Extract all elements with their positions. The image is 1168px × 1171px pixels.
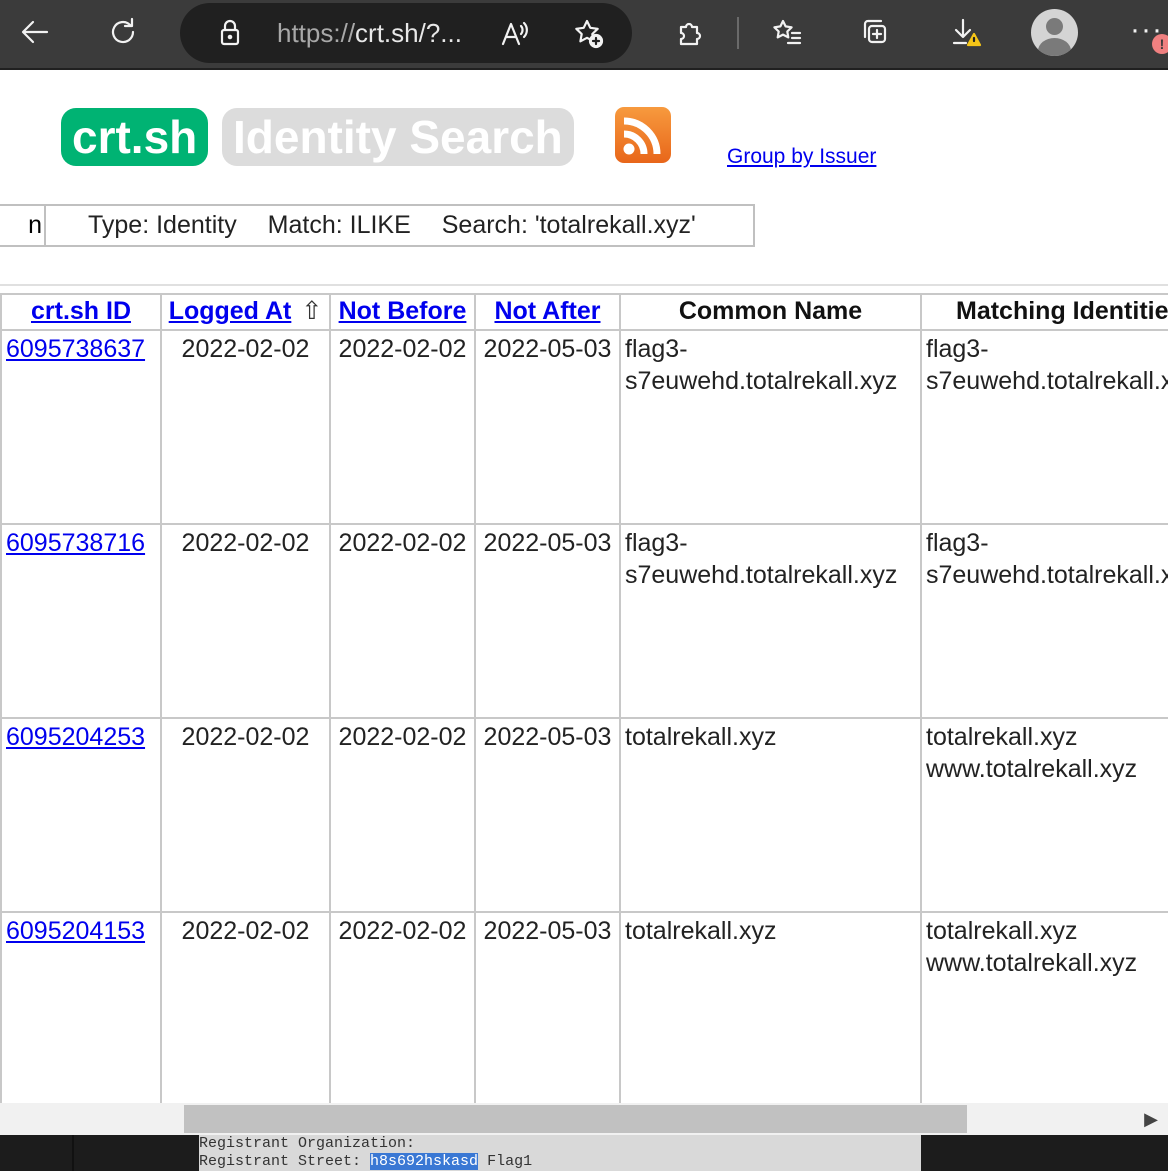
matching-line: www.totalrekall.xyz <box>926 949 1138 977</box>
header-logged-at[interactable]: Logged At ⇧ <box>160 293 331 331</box>
scroll-right-arrow-icon[interactable]: ▶ <box>1141 1108 1161 1130</box>
downloads-icon[interactable] <box>943 10 987 54</box>
table-row: 6095204253 2022-02-02 2022-02-02 2022-05-03… <box>0 717 1168 913</box>
cell-crtsh-id[interactable]: 6095738716 <box>0 523 162 719</box>
collections-icon[interactable] <box>853 10 897 54</box>
cell-common-name: flag3- s7euwehd.totalrekall.xyz <box>619 523 922 719</box>
cell-not-after: 2022-05-03 <box>474 523 621 719</box>
cell-crtsh-id[interactable]: 6095738637 <box>0 329 162 525</box>
cell-matching-identities: totalrekall.xyz www.totalrekall.xyz <box>920 911 1168 1103</box>
summary-text: Type: Identity Match: ILIKE Search: 'tot… <box>88 206 720 245</box>
url-text[interactable]: https://crt.sh/?... <box>277 18 462 49</box>
terminal-highlight[interactable]: h8s692hskasd <box>370 1153 479 1170</box>
table-row: 6095738637 2022-02-02 2022-02-02 2022-05-03… <box>0 329 1168 525</box>
common-name-line: totalrekall.xyz <box>625 917 777 945</box>
group-by-issuer-link[interactable]: Group by Issuer <box>727 145 876 169</box>
lock-icon[interactable] <box>208 11 252 55</box>
profile-icon[interactable] <box>1031 9 1078 56</box>
rss-icon[interactable] <box>615 107 671 163</box>
table-row: 6095738716 2022-02-02 2022-02-02 2022-05-03… <box>0 523 1168 719</box>
crtsh-id-link[interactable]: 6095204153 <box>6 917 145 945</box>
summary-search: Search: 'totalrekall.xyz' <box>441 211 696 239</box>
cell-not-after: 2022-05-03 <box>474 329 621 525</box>
header-not-after[interactable]: Not After <box>474 293 621 331</box>
matching-line: flag3- <box>926 529 989 557</box>
cell-common-name: flag3- s7euwehd.totalrekall.xyz <box>619 329 922 525</box>
common-name-line: totalrekall.xyz <box>625 723 777 751</box>
sort-arrow-icon: ⇧ <box>301 297 323 325</box>
matching-line: s7euwehd.totalrekall.xyz <box>926 561 1168 589</box>
terminal-line-2-suffix: Flag1 <box>478 1153 533 1170</box>
refresh-icon[interactable] <box>101 10 145 54</box>
page-title: Identity Search <box>222 108 574 166</box>
cell-crtsh-id[interactable]: 6095204253 <box>0 717 162 913</box>
back-icon[interactable] <box>13 10 57 54</box>
cell-not-before: 2022-02-02 <box>329 717 476 913</box>
cell-not-before: 2022-02-02 <box>329 911 476 1103</box>
results-table: crt.sh ID Logged At ⇧ Not Before Not Afte… <box>0 293 1168 1103</box>
cell-matching-identities: flag3- s7euwehd.totalrekall.xyz <box>920 329 1168 525</box>
header-matching-identities: Matching Identities <box>920 293 1168 331</box>
crtsh-id-link[interactable]: 6095738716 <box>6 529 145 557</box>
matching-line: totalrekall.xyz <box>926 723 1078 751</box>
cell-crtsh-id[interactable]: 6095204153 <box>0 911 162 1103</box>
table-header-row: crt.sh ID Logged At ⇧ Not Before Not Afte… <box>0 293 1168 331</box>
cell-logged-at: 2022-02-02 <box>160 717 331 913</box>
address-bar[interactable]: https://crt.sh/?... <box>180 3 632 63</box>
horizontal-scrollbar[interactable]: ▶ <box>0 1103 1168 1135</box>
cell-logged-at: 2022-02-02 <box>160 329 331 525</box>
cell-not-before: 2022-02-02 <box>329 329 476 525</box>
common-name-line: flag3- <box>625 529 688 557</box>
terminal-line-1: Registrant Organization: <box>199 1135 416 1152</box>
cell-common-name: totalrekall.xyz <box>619 717 922 913</box>
matching-line: www.totalrekall.xyz <box>926 755 1138 783</box>
common-name-line: flag3- <box>625 335 688 363</box>
cell-not-before: 2022-02-02 <box>329 523 476 719</box>
scrollbar-thumb[interactable] <box>184 1105 967 1133</box>
favorites-icon[interactable] <box>765 10 809 54</box>
matching-line: totalrekall.xyz <box>926 917 1078 945</box>
cell-common-name: totalrekall.xyz <box>619 911 922 1103</box>
header-not-before[interactable]: Not Before <box>329 293 476 331</box>
table-row: 6095204153 2022-02-02 2022-02-02 2022-05-03… <box>0 911 1168 1103</box>
cell-not-after: 2022-05-03 <box>474 717 621 913</box>
browser-toolbar: https://crt.sh/?... ··· ! <box>0 0 1168 70</box>
header-common-name: Common Name <box>619 293 922 331</box>
results-table-container: crt.sh ID Logged At ⇧ Not Before Not Afte… <box>0 293 1168 1103</box>
header-crtsh-id[interactable]: crt.sh ID <box>0 293 162 331</box>
add-favorite-icon[interactable] <box>566 11 610 55</box>
search-summary: n Type: Identity Match: ILIKE Search: 't… <box>0 204 755 247</box>
update-badge: ! <box>1152 34 1168 54</box>
summary-match: Match: ILIKE <box>267 211 411 239</box>
cell-logged-at: 2022-02-02 <box>160 911 331 1103</box>
cell-matching-identities: totalrekall.xyz www.totalrekall.xyz <box>920 717 1168 913</box>
cell-logged-at: 2022-02-02 <box>160 523 331 719</box>
toolbar-separator <box>737 17 739 49</box>
common-name-line: s7euwehd.totalrekall.xyz <box>625 367 898 395</box>
summary-left-fragment: n <box>0 206 46 245</box>
terminal-line-2-prefix: Registrant Street: <box>199 1153 371 1170</box>
read-aloud-icon[interactable] <box>493 11 537 55</box>
divider <box>0 284 1168 286</box>
extensions-icon[interactable] <box>668 10 712 54</box>
crtsh-id-link[interactable]: 6095738637 <box>6 335 145 363</box>
matching-line: flag3- <box>926 335 989 363</box>
summary-type: Type: Identity <box>88 211 237 239</box>
common-name-line: s7euwehd.totalrekall.xyz <box>625 561 898 589</box>
crtsh-logo[interactable]: crt.sh <box>61 108 209 166</box>
crtsh-id-link[interactable]: 6095204253 <box>6 723 145 751</box>
cell-not-after: 2022-05-03 <box>474 911 621 1103</box>
matching-line: s7euwehd.totalrekall.xyz <box>926 367 1168 395</box>
cell-matching-identities: flag3- s7euwehd.totalrekall.xyz <box>920 523 1168 719</box>
terminal-overlay: Registrant Organization: Registrant Stre… <box>199 1135 921 1171</box>
